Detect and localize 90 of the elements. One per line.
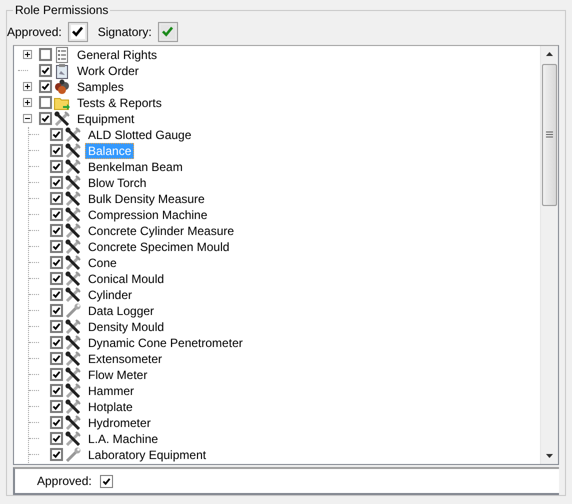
checkmark-icon — [102, 476, 111, 486]
tools-icon — [65, 318, 81, 335]
checkbox[interactable] — [39, 64, 52, 78]
tree-item[interactable]: Cylinder — [85, 286, 136, 303]
tree-item[interactable]: Samples — [74, 78, 127, 95]
collapse-button[interactable] — [23, 114, 32, 124]
tools-icon — [65, 270, 81, 287]
wrench-icon — [65, 446, 81, 463]
expand-button[interactable] — [23, 82, 32, 92]
expand-button[interactable] — [23, 50, 32, 60]
tools-icon — [65, 142, 81, 159]
tree-item[interactable]: Flow Meter — [85, 366, 150, 383]
tools-icon — [65, 222, 81, 239]
checkbox[interactable] — [50, 192, 63, 206]
clipboard-icon — [54, 62, 70, 79]
tools-icon — [65, 174, 81, 191]
tools-icon — [65, 238, 81, 255]
tree-item[interactable]: Hammer — [85, 382, 138, 399]
tools-icon — [65, 158, 81, 175]
checkbox[interactable] — [50, 320, 63, 334]
checkbox[interactable] — [50, 256, 63, 270]
checkbox[interactable] — [50, 336, 63, 350]
tools-icon — [65, 286, 81, 303]
samples-icon — [54, 78, 70, 95]
tree-item[interactable]: Cone — [85, 254, 120, 271]
toggle-label: Signatory: — [98, 24, 152, 39]
tools-icon — [65, 334, 81, 351]
tree-item[interactable]: Concrete Cylinder Measure — [85, 222, 238, 239]
checkbox[interactable] — [50, 448, 63, 462]
tree-item[interactable]: Equipment — [74, 110, 138, 127]
tools-icon — [65, 254, 81, 271]
checkbox[interactable] — [50, 288, 63, 302]
tree-item[interactable]: L.A. Machine — [85, 430, 162, 447]
expand-button[interactable] — [23, 98, 32, 108]
tools-icon — [65, 350, 81, 367]
checkbox[interactable] — [39, 48, 52, 62]
checkbox[interactable] — [50, 384, 63, 398]
tree-item[interactable]: Compression Machine — [85, 206, 210, 223]
checkbox[interactable] — [50, 304, 63, 318]
checkmark-icon — [161, 25, 174, 38]
tools-icon — [54, 110, 70, 127]
checkbox[interactable] — [39, 96, 52, 110]
wrench-icon — [65, 302, 81, 319]
checkbox[interactable] — [50, 432, 63, 446]
tools-icon — [65, 126, 81, 143]
checkbox[interactable] — [50, 400, 63, 414]
tree-item[interactable]: Benkelman Beam — [85, 158, 186, 175]
tree-item[interactable]: Laboratory Equipment — [85, 446, 210, 463]
tools-icon — [65, 382, 81, 399]
toggle-checkbox[interactable] — [68, 22, 88, 42]
tree-item[interactable]: Hotplate — [85, 398, 136, 415]
tree-item[interactable]: Work Order — [74, 62, 142, 79]
tree-item[interactable]: Data Logger — [85, 302, 158, 319]
tree-item[interactable]: Conical Mould — [85, 270, 168, 287]
toggle-checkbox[interactable] — [158, 22, 178, 42]
checkbox[interactable] — [50, 416, 63, 430]
checkbox[interactable] — [50, 240, 63, 254]
tree-item[interactable]: Hydrometer — [85, 414, 154, 431]
checkbox[interactable] — [50, 176, 63, 190]
group-title: Role Permissions — [13, 3, 110, 17]
scrollbar-thumb[interactable] — [542, 64, 557, 206]
checkbox[interactable] — [50, 128, 63, 142]
tree-item[interactable]: Density Mould — [85, 318, 168, 335]
tree-item[interactable]: Blow Torch — [85, 174, 150, 191]
checkbox[interactable] — [39, 112, 52, 126]
tree-item[interactable]: Tests & Reports — [74, 94, 165, 111]
tree-item[interactable]: Extensometer — [85, 350, 166, 367]
checkbox[interactable] — [50, 352, 63, 366]
tree-item[interactable]: Dynamic Cone Penetrometer — [85, 334, 246, 351]
checkmark-icon — [71, 25, 84, 38]
tree-item[interactable]: Concrete Specimen Mould — [85, 238, 232, 255]
toggle-label: Approved: — [7, 24, 62, 39]
tools-icon — [65, 430, 81, 447]
approved-checkbox[interactable] — [100, 474, 113, 488]
checkbox[interactable] — [50, 160, 63, 174]
tree-item[interactable]: General Rights — [74, 46, 160, 63]
checkbox[interactable] — [50, 144, 63, 158]
tools-icon — [65, 414, 81, 431]
tree-item[interactable]: ALD Slotted Gauge — [85, 126, 194, 143]
tools-icon — [65, 366, 81, 383]
checkbox[interactable] — [50, 368, 63, 382]
tools-icon — [65, 398, 81, 415]
tools-icon — [65, 190, 81, 207]
checkbox[interactable] — [50, 224, 63, 238]
checkbox[interactable] — [50, 272, 63, 286]
tools-icon — [65, 206, 81, 223]
tree-item[interactable]: Bulk Density Measure — [85, 190, 208, 207]
checkbox[interactable] — [39, 80, 52, 94]
approved-label: Approved: — [37, 474, 92, 488]
checkbox[interactable] — [50, 208, 63, 222]
